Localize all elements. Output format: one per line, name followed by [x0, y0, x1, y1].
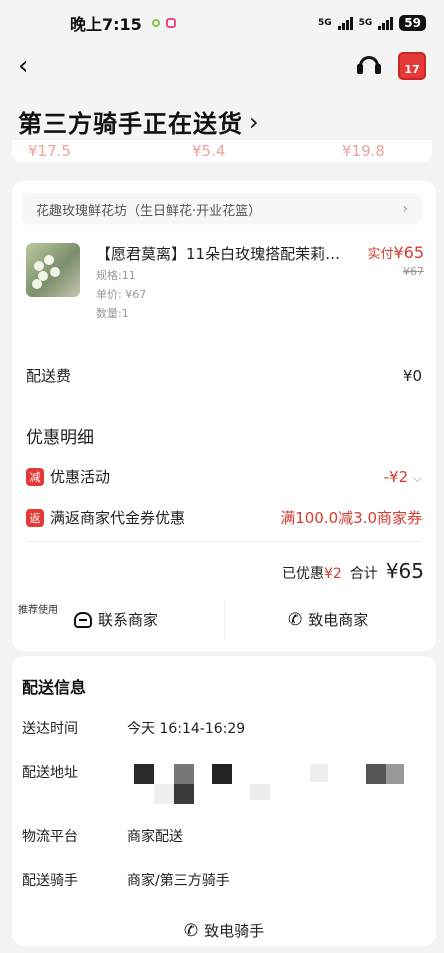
- delivery-fee-value: ¥0: [402, 366, 422, 385]
- chevron-right-icon: ›: [402, 201, 408, 217]
- delivery-address-row: 配送地址: [22, 765, 78, 781]
- discount-row[interactable]: 减 优惠活动 -¥2 ⌵: [26, 466, 422, 487]
- product-name[interactable]: 【愿君莫离】11朵白玫瑰搭配茉莉…: [96, 243, 356, 264]
- divider: [224, 601, 225, 641]
- contact-merchant-button[interactable]: 联系商家: [74, 609, 158, 630]
- discount-title: 优惠明细: [26, 428, 94, 448]
- original-price: ¥67: [403, 265, 424, 278]
- phone-icon: ✆: [183, 920, 199, 941]
- product-quantity: 数量:1: [96, 307, 129, 320]
- back-arrow-icon[interactable]: ‹: [18, 53, 28, 79]
- delivery-time-row: 送达时间 今天 16:14-16:29: [22, 721, 246, 737]
- recommend-tag: 推荐使用: [18, 605, 58, 616]
- total-label: 合计: [349, 566, 378, 582]
- network-label: 5G: [317, 18, 332, 28]
- app-notification-icon: [151, 19, 160, 27]
- discount-badge-icon: 减: [26, 467, 44, 486]
- nav-bar: ‹ 17: [0, 46, 444, 86]
- shop-row[interactable]: 花趣玫瑰鲜花坊（生日鲜花·开业花篮） ›: [22, 193, 422, 225]
- headset-icon[interactable]: [356, 54, 382, 78]
- discount-label: 优惠活动: [50, 468, 111, 486]
- peek-price: ¥19.8: [342, 142, 385, 160]
- page-title: 第三方骑手正在送货: [18, 110, 243, 138]
- app-notification-icon: [165, 18, 176, 28]
- recommendation-strip: ¥17.5 ¥5.4 ¥19.8: [12, 140, 432, 162]
- coupon-value: 满100.0减3.0商家券: [280, 509, 422, 527]
- peek-price: ¥5.4: [192, 142, 226, 160]
- product-spec: 规格:11: [96, 269, 136, 282]
- status-time: 晚上7:15: [70, 15, 142, 34]
- rider-row: 配送骑手 商家/第三方骑手: [22, 873, 230, 889]
- total-row: 已优惠¥2 合计 ¥65: [282, 559, 424, 583]
- network-label: 5G: [358, 18, 373, 28]
- logistics-platform-row: 物流平台 商家配送: [22, 829, 183, 845]
- status-bar: 晚上7:15 5G 5G 59: [0, 0, 444, 46]
- divider: [26, 541, 422, 542]
- delivery-fee-label: 配送费: [26, 367, 72, 385]
- delivery-card: 配送信息 送达时间 今天 16:14-16:29 配送地址 物流平台 商家配送 …: [12, 656, 436, 946]
- peek-price: ¥17.5: [28, 142, 71, 160]
- chevron-right-icon: ›: [249, 107, 259, 136]
- phone-icon: ✆: [288, 609, 303, 630]
- shop-name: 花趣玫瑰鲜花坊（生日鲜花·开业花篮）: [36, 203, 262, 219]
- battery-icon: 59: [399, 15, 426, 31]
- total-value: ¥65: [385, 559, 424, 583]
- order-card: 花趣玫瑰鲜花坊（生日鲜花·开业花篮） › 【愿君莫离】11朵白玫瑰搭配茉莉… 实…: [12, 181, 436, 651]
- paid-price: 实付¥65: [367, 243, 424, 262]
- call-rider-button[interactable]: ✆ 致电骑手: [12, 920, 436, 941]
- calendar-icon[interactable]: 17: [398, 52, 426, 80]
- chevron-down-icon: ⌵: [412, 470, 422, 485]
- coupon-label: 满返商家代金券优惠: [50, 509, 186, 527]
- product-unit-price: 单价: ¥67: [96, 288, 147, 301]
- delivery-fee-row: 配送费 ¥0: [26, 365, 422, 386]
- product-image[interactable]: [26, 243, 80, 297]
- coupon-row: 返 满返商家代金券优惠 满100.0减3.0商家券: [26, 507, 422, 528]
- signal-icon: [378, 16, 394, 30]
- coupon-badge-icon: 返: [26, 508, 44, 527]
- order-status-title[interactable]: 第三方骑手正在送货 ›: [18, 104, 259, 139]
- chat-icon: [74, 611, 92, 628]
- discount-value: -¥2 ⌵: [383, 467, 422, 486]
- signal-icon: [337, 16, 353, 30]
- call-merchant-button[interactable]: ✆ 致电商家: [288, 609, 368, 630]
- saved-label: 已优惠¥2: [281, 566, 342, 582]
- delivery-title: 配送信息: [22, 678, 87, 697]
